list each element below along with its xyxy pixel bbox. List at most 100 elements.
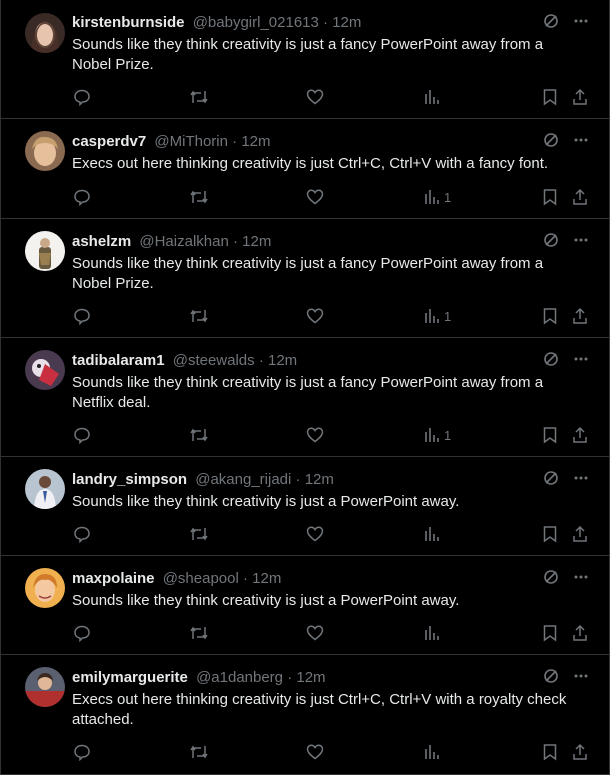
display-name[interactable]: casperdv7 bbox=[72, 133, 146, 150]
reply-button[interactable] bbox=[73, 307, 91, 325]
bookmark-button[interactable] bbox=[542, 426, 558, 444]
grok-icon[interactable] bbox=[543, 470, 559, 491]
display-name[interactable]: maxpolaine bbox=[72, 570, 155, 587]
share-button[interactable] bbox=[571, 88, 589, 106]
bookmark-button[interactable] bbox=[542, 188, 558, 206]
tweet[interactable]: maxpolaine @sheapool · 12m Sounds like t… bbox=[1, 556, 609, 655]
retweet-icon bbox=[189, 525, 209, 543]
timestamp[interactable]: 12m bbox=[296, 669, 325, 686]
like-button[interactable] bbox=[306, 743, 324, 761]
more-icon[interactable] bbox=[573, 668, 589, 689]
user-handle[interactable]: @sheapool bbox=[163, 570, 239, 587]
share-button[interactable] bbox=[571, 624, 589, 642]
display-name[interactable]: landry_simpson bbox=[72, 471, 187, 488]
user-handle[interactable]: @a1danberg bbox=[196, 669, 283, 686]
bookmark-icon bbox=[542, 624, 558, 642]
share-icon bbox=[571, 88, 589, 106]
share-icon bbox=[571, 307, 589, 325]
timestamp[interactable]: 12m bbox=[242, 233, 271, 250]
grok-icon[interactable] bbox=[543, 132, 559, 153]
avatar[interactable] bbox=[25, 231, 65, 271]
timestamp[interactable]: 12m bbox=[305, 471, 334, 488]
reply-button[interactable] bbox=[73, 88, 91, 106]
user-handle[interactable]: @steewalds bbox=[173, 352, 255, 369]
avatar[interactable] bbox=[25, 469, 65, 509]
reply-button[interactable] bbox=[73, 624, 91, 642]
views-button[interactable] bbox=[424, 743, 444, 761]
like-icon bbox=[306, 307, 324, 325]
tweet[interactable]: ashelzm @Haizalkhan · 12m Sounds like th… bbox=[1, 219, 609, 338]
retweet-button[interactable] bbox=[189, 743, 209, 761]
more-icon[interactable] bbox=[573, 351, 589, 372]
views-button[interactable]: 1 bbox=[424, 426, 451, 444]
retweet-button[interactable] bbox=[189, 426, 209, 444]
retweet-button[interactable] bbox=[189, 88, 209, 106]
grok-icon[interactable] bbox=[543, 569, 559, 590]
bookmark-button[interactable] bbox=[542, 525, 558, 543]
tweet[interactable]: emilymarguerite @a1danberg · 12m Execs o… bbox=[1, 655, 609, 775]
share-button[interactable] bbox=[571, 525, 589, 543]
share-button[interactable] bbox=[571, 743, 589, 761]
views-button[interactable]: 1 bbox=[424, 307, 451, 325]
timestamp[interactable]: 12m bbox=[268, 352, 297, 369]
reply-button[interactable] bbox=[73, 525, 91, 543]
share-button[interactable] bbox=[571, 188, 589, 206]
bookmark-button[interactable] bbox=[542, 307, 558, 325]
grok-icon[interactable] bbox=[543, 13, 559, 34]
views-button[interactable] bbox=[424, 525, 444, 543]
more-icon[interactable] bbox=[573, 13, 589, 34]
display-name[interactable]: emilymarguerite bbox=[72, 669, 188, 686]
tweet-actions bbox=[1, 743, 609, 763]
bookmark-button[interactable] bbox=[542, 624, 558, 642]
bookmark-button[interactable] bbox=[542, 88, 558, 106]
avatar[interactable] bbox=[25, 350, 65, 390]
more-icon[interactable] bbox=[573, 132, 589, 153]
avatar[interactable] bbox=[25, 568, 65, 608]
tweet[interactable]: tadibalaram1 @steewalds · 12m Sounds lik… bbox=[1, 338, 609, 457]
like-button[interactable] bbox=[306, 188, 324, 206]
retweet-button[interactable] bbox=[189, 307, 209, 325]
display-name[interactable]: ashelzm bbox=[72, 233, 131, 250]
reply-button[interactable] bbox=[73, 188, 91, 206]
tweet[interactable]: kirstenburnside @babygirl_021613 · 12m S… bbox=[1, 0, 609, 119]
timestamp[interactable]: 12m bbox=[252, 570, 281, 587]
avatar[interactable] bbox=[25, 13, 65, 53]
more-icon[interactable] bbox=[573, 470, 589, 491]
grok-icon[interactable] bbox=[543, 668, 559, 689]
display-name[interactable]: kirstenburnside bbox=[72, 14, 185, 31]
reply-button[interactable] bbox=[73, 426, 91, 444]
user-handle[interactable]: @Haizalkhan bbox=[139, 233, 228, 250]
user-handle[interactable]: @akang_rijadi bbox=[195, 471, 291, 488]
views-button[interactable]: 1 bbox=[424, 188, 451, 206]
user-handle[interactable]: @babygirl_021613 bbox=[193, 14, 319, 31]
display-name[interactable]: tadibalaram1 bbox=[72, 352, 165, 369]
user-handle[interactable]: @MiThorin bbox=[154, 133, 228, 150]
bookmark-button[interactable] bbox=[542, 743, 558, 761]
views-button[interactable] bbox=[424, 624, 444, 642]
more-icon[interactable] bbox=[573, 232, 589, 253]
timestamp[interactable]: 12m bbox=[241, 133, 270, 150]
tweet-text: Sounds like they think creativity is jus… bbox=[72, 592, 460, 609]
views-count: 1 bbox=[444, 308, 452, 324]
tweet[interactable]: landry_simpson @akang_rijadi · 12m Sound… bbox=[1, 457, 609, 556]
avatar[interactable] bbox=[25, 667, 65, 707]
avatar[interactable] bbox=[25, 131, 65, 171]
tweet-actions: 1 bbox=[1, 307, 609, 327]
grok-icon[interactable] bbox=[543, 351, 559, 372]
more-icon[interactable] bbox=[573, 569, 589, 590]
like-button[interactable] bbox=[306, 426, 324, 444]
like-button[interactable] bbox=[306, 624, 324, 642]
like-button[interactable] bbox=[306, 88, 324, 106]
grok-icon[interactable] bbox=[543, 232, 559, 253]
like-button[interactable] bbox=[306, 525, 324, 543]
timestamp[interactable]: 12m bbox=[332, 14, 361, 31]
like-button[interactable] bbox=[306, 307, 324, 325]
retweet-button[interactable] bbox=[189, 624, 209, 642]
retweet-button[interactable] bbox=[189, 525, 209, 543]
share-button[interactable] bbox=[571, 307, 589, 325]
reply-button[interactable] bbox=[73, 743, 91, 761]
retweet-button[interactable] bbox=[189, 188, 209, 206]
tweet[interactable]: casperdv7 @MiThorin · 12m Execs out here… bbox=[1, 119, 609, 219]
views-button[interactable] bbox=[424, 88, 444, 106]
share-button[interactable] bbox=[571, 426, 589, 444]
